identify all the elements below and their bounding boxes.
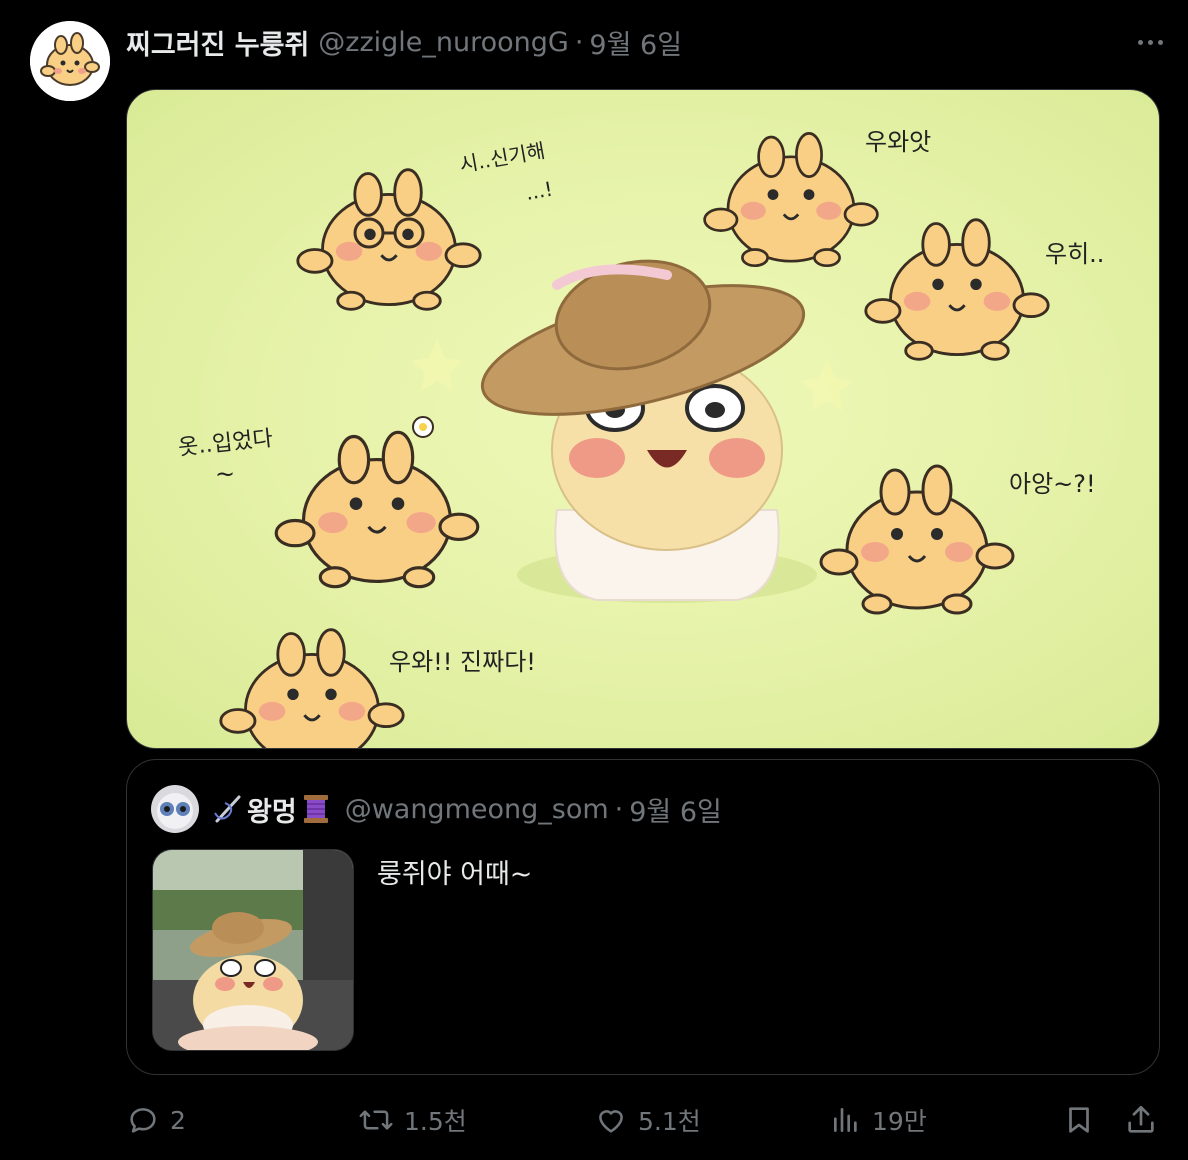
- speech-bubble-1: 시..신기해: [458, 138, 547, 177]
- bookmark-icon: [1069, 1107, 1089, 1133]
- thread-spool-icon: [303, 795, 328, 823]
- author-handle[interactable]: @zzigle_nuroongG: [318, 27, 569, 58]
- quoted-author-handle[interactable]: @wangmeong_som: [345, 794, 609, 825]
- speech-bubble-5: 아앙~?!: [1009, 470, 1096, 498]
- like-count: 5.1천: [638, 1107, 701, 1136]
- quoted-author-avatar[interactable]: [151, 785, 199, 833]
- views-icon: [834, 1108, 857, 1132]
- post-timestamp[interactable]: 9월 6일: [589, 23, 682, 62]
- share-icon: [1128, 1105, 1154, 1133]
- like-icon: [599, 1110, 623, 1133]
- speech-bubble-6: 우와!! 진짜다!: [389, 648, 536, 676]
- quoted-author-name[interactable]: 왕멍: [211, 790, 331, 829]
- needle-icon: [214, 795, 241, 823]
- like-button[interactable]: 5.1천: [594, 1100, 701, 1140]
- share-button[interactable]: [1124, 1100, 1158, 1140]
- repost-icon: [359, 1110, 393, 1130]
- speech-bubble-1b: ...!: [524, 177, 555, 205]
- speech-bubble-4: 옷..입었다: [177, 426, 274, 461]
- author-display-name[interactable]: 찌그러진 누룽쥐: [126, 23, 309, 62]
- speech-bubble-2: 우와앗: [865, 128, 931, 156]
- post-header: 찌그러진 누룽쥐 @zzigle_nuroongG · 9월 6일: [126, 22, 682, 62]
- speech-bubble-4b: ~: [215, 460, 235, 488]
- action-bar: 2 1.5천 5.1천 19만: [0, 1090, 1188, 1150]
- separator-dot: ·: [614, 793, 624, 825]
- tweet[interactable]: 찌그러진 누룽쥐 @zzigle_nuroongG · 9월 6일 시..신기해…: [0, 0, 1188, 1160]
- repost-button[interactable]: 1.5천: [358, 1100, 467, 1140]
- separator-dot: ·: [574, 26, 584, 58]
- repost-count: 1.5천: [404, 1107, 467, 1136]
- quoted-author-display-name: 왕멍: [247, 796, 297, 828]
- author-avatar[interactable]: [30, 21, 110, 101]
- reply-icon: [130, 1108, 156, 1133]
- reply-button[interactable]: 2: [126, 1100, 186, 1140]
- quoted-post-header: 왕멍 @wangmeong_som · 9월 6일: [151, 785, 722, 833]
- views-button[interactable]: 19만: [830, 1100, 927, 1140]
- speech-bubble-3: 우히..: [1045, 240, 1104, 268]
- quoted-post-timestamp[interactable]: 9월 6일: [629, 790, 722, 829]
- quoted-post-image[interactable]: [152, 849, 354, 1051]
- reply-count: 2: [170, 1105, 186, 1135]
- bookmark-button[interactable]: [1062, 1100, 1096, 1140]
- quoted-post-text: 룽쥐야 어때~: [377, 859, 533, 890]
- quoted-post[interactable]: 왕멍 @wangmeong_som · 9월 6일 룽쥐야 어때~: [126, 759, 1160, 1075]
- view-count: 19만: [872, 1107, 927, 1136]
- more-icon[interactable]: [1130, 26, 1170, 58]
- post-image[interactable]: 시..신기해 ...! 우와앗 우히.. 옷..입었다 ~ 아앙~?! 우와!!…: [126, 89, 1160, 749]
